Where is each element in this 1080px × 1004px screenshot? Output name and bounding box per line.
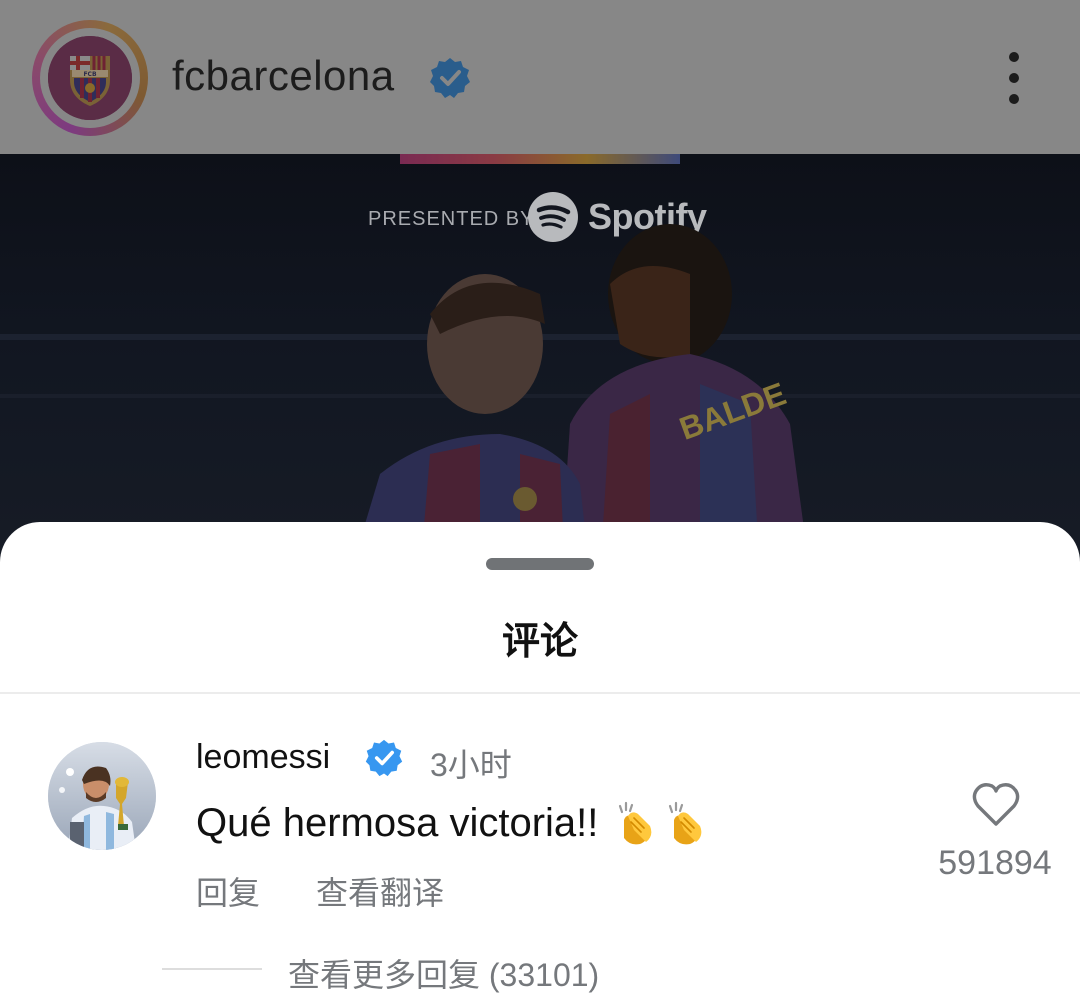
commenter-avatar[interactable] xyxy=(48,742,156,850)
reply-button[interactable]: 回复 xyxy=(196,868,260,914)
crest-text: FCB xyxy=(83,71,97,78)
replies-connector-line xyxy=(162,968,262,970)
drag-handle[interactable] xyxy=(486,558,594,570)
heart-icon[interactable] xyxy=(970,780,1022,828)
more-options-icon[interactable] xyxy=(990,48,1038,108)
see-translation-button[interactable]: 查看翻译 xyxy=(316,868,444,914)
commenter-username[interactable]: leomessi xyxy=(196,738,330,777)
clapping-hands-icon xyxy=(619,801,652,845)
comments-title: 评论 xyxy=(501,621,578,663)
fcb-crest-logo: FCB xyxy=(48,36,132,120)
comment-text: Qué hermosa victoria!! xyxy=(196,800,708,846)
verified-badge-icon xyxy=(430,58,470,98)
verified-badge-icon xyxy=(365,739,403,777)
divider xyxy=(0,692,1080,694)
comment-body: Qué hermosa victoria!! xyxy=(196,800,599,845)
comments-sheet: 评论 leomessi 3小时 Qué hermosa victoria!! 回… xyxy=(0,522,1080,1004)
post-image[interactable]: PRESENTED BY Spotify BALDE xyxy=(0,154,1080,574)
account-name[interactable]: fcbarcelona xyxy=(172,52,395,100)
like-count: 591894 xyxy=(938,844,1052,882)
view-more-replies-button[interactable]: 查看更多回复 (33101) xyxy=(288,950,599,996)
comment-timestamp: 3小时 xyxy=(430,747,512,783)
account-avatar[interactable]: FCB xyxy=(32,20,148,136)
players-celebrating-photo: BALDE xyxy=(0,224,1080,574)
clapping-hands-icon xyxy=(669,801,702,845)
post-header: FCB fcbarcelona xyxy=(0,0,1080,154)
